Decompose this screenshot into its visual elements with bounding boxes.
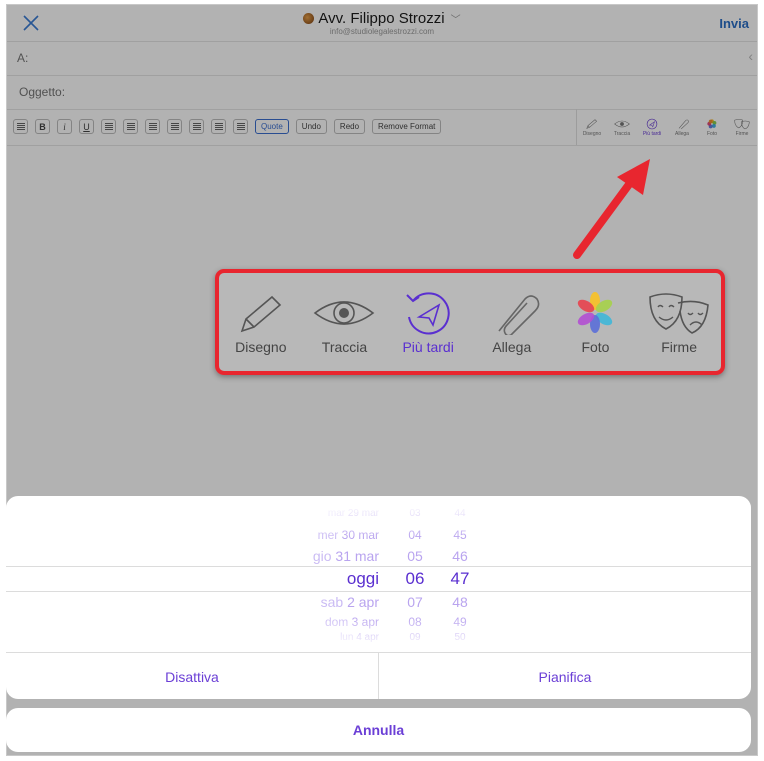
tool-piu-tardi[interactable]: Più tardi: [388, 291, 468, 355]
picker-row[interactable]: mar 29 mar 03 44: [6, 508, 751, 528]
picker-row[interactable]: gio 31 mar 05 46: [6, 548, 751, 568]
schedule-sheet: mar 29 mar 03 44 mer 30 mar 04 45 gio 31…: [6, 496, 751, 699]
tool-allega[interactable]: Allega: [472, 291, 552, 355]
eye-icon: [314, 301, 375, 325]
pencil-icon: [240, 295, 282, 333]
tool-label: Firme: [661, 339, 697, 355]
sheet-actions: Disattiva Pianifica: [6, 652, 751, 699]
picker-row-selected[interactable]: oggi 06 47: [6, 569, 751, 589]
tool-label: Traccia: [321, 339, 368, 355]
tool-foto[interactable]: Foto: [555, 291, 635, 355]
tool-label: Disegno: [235, 339, 287, 355]
picker-row[interactable]: lun 4 apr 09 50: [6, 632, 751, 652]
disable-button[interactable]: Disattiva: [6, 653, 378, 699]
tool-traccia[interactable]: Traccia: [304, 291, 384, 355]
tool-label: Allega: [492, 339, 532, 355]
masks-icon: [649, 293, 709, 334]
tool-disegno[interactable]: Disegno: [221, 291, 301, 355]
tool-label: Più tardi: [402, 339, 454, 355]
picker-row[interactable]: mer 30 mar 04 45: [6, 528, 751, 548]
tool-label: Foto: [581, 339, 610, 355]
schedule-button[interactable]: Pianifica: [378, 653, 751, 699]
send-later-icon: [406, 292, 450, 335]
picker-row[interactable]: sab 2 apr 07 48: [6, 594, 751, 614]
paperclip-icon: [498, 295, 540, 335]
callout-arrow: [573, 159, 650, 259]
photos-icon: [578, 292, 613, 333]
tool-firme[interactable]: Firme: [639, 291, 719, 355]
cancel-button[interactable]: Annulla: [6, 708, 751, 752]
tools-bar-highlight: Disegno Traccia Più tardi Allega Foto Fi…: [215, 269, 725, 375]
date-time-picker[interactable]: mar 29 mar 03 44 mer 30 mar 04 45 gio 31…: [6, 504, 751, 650]
